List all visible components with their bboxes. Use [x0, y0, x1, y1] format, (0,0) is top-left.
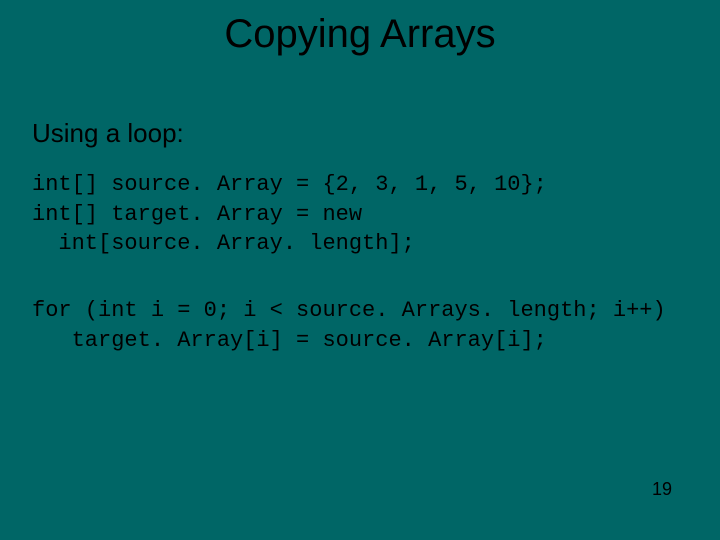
section-heading: Using a loop: — [32, 118, 184, 149]
code-block-loop: for (int i = 0; i < source. Arrays. leng… — [32, 296, 700, 355]
code-block-declarations: int[] source. Array = {2, 3, 1, 5, 10}; … — [32, 170, 700, 259]
slide-title: Copying Arrays — [0, 12, 720, 57]
page-number: 19 — [652, 479, 672, 500]
slide: Copying Arrays Using a loop: int[] sourc… — [0, 0, 720, 540]
